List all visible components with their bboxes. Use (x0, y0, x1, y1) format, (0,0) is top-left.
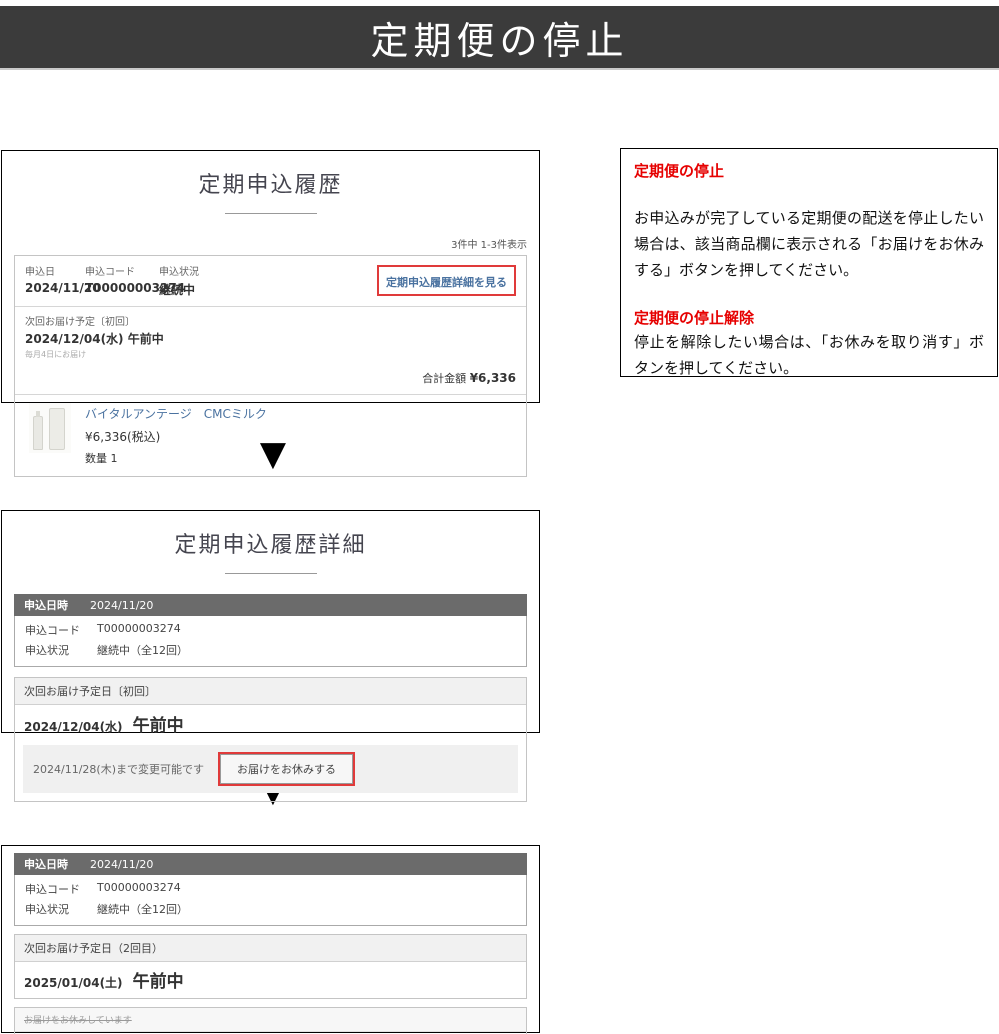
order-code-row: 申込コード T00000003274 (25, 879, 516, 899)
order-status-value: 継続中 (159, 281, 279, 298)
unstop-heading: 定期便の停止解除 (634, 307, 984, 328)
paused-delivery-header: お届けをお休みしています (15, 1008, 526, 1032)
delivery-cycle-note: 毎月4日にお届け (25, 349, 516, 360)
col-order-status: 申込状況 (159, 263, 279, 278)
total-label: 合計金額 (422, 372, 466, 385)
product-name-link[interactable]: バイタルアンテージ CMCミルク (85, 407, 267, 421)
history-detail-panel: 定期申込履歴詳細 申込日時 2024/11/20 申込コード T00000003… (1, 510, 540, 733)
next-delivery-date-row: 2025/01/04(土) 午前中 (15, 962, 526, 998)
next-delivery-label: 次回お届け予定〔初回〕 (25, 313, 516, 328)
order-datetime-label: 申込日時 (24, 856, 68, 872)
next-delivery-date: 2024/12/04(水) (24, 720, 123, 734)
order-date-value: 2024/11/20 (25, 281, 85, 298)
order-datetime-label: 申込日時 (24, 597, 68, 613)
view-detail-link[interactable]: 定期申込履歴詳細を見る (386, 276, 507, 289)
order-status-row: 申込状況 継続中（全12回） (25, 899, 516, 919)
col-order-code: 申込コード (85, 263, 159, 278)
product-info: バイタルアンテージ CMCミルク ¥6,336(税込) 数量 1 (85, 403, 267, 466)
order-code-label: 申込コード (25, 881, 97, 897)
stop-heading: 定期便の停止 (634, 160, 984, 181)
order-status-value: 継続中（全12回） (97, 901, 188, 917)
next-delivery-box: 次回お届け予定日（2回目） 2025/01/04(土) 午前中 (14, 934, 527, 999)
total-row: 合計金額 ¥6,336 (25, 370, 516, 386)
next-delivery-box: 次回お届け予定日〔初回〕 2024/12/04(水) 午前中 2024/11/2… (14, 677, 527, 802)
history-title: 定期申込履歴 (2, 151, 539, 199)
pause-delivery-button[interactable]: お届けをお休みする (220, 754, 353, 784)
product-price: ¥6,336(税込) (85, 428, 267, 445)
next-delivery-date: 2025/01/04(土) (24, 976, 123, 990)
order-datetime-value: 2024/11/20 (90, 599, 153, 612)
result-count: 3件中 1-3件表示 (2, 214, 539, 255)
page-title: 定期便の停止 (370, 10, 628, 65)
change-deadline-row: 2024/11/28(木)まで変更可能です お届けをお休みする (23, 745, 518, 793)
next-delivery-date-row: 2024/12/04(水) 午前中 (15, 705, 526, 743)
total-value: ¥6,336 (470, 371, 516, 385)
unstop-description: 停止を解除したい場合は、「お休みを取り消す」ボタンを押してください。 (634, 330, 984, 382)
order-status-row: 申込状況 継続中（全12回） (25, 640, 516, 660)
order-datetime-bar: 申込日時 2024/11/20 (14, 594, 527, 616)
stop-description: お申込みが完了している定期便の配送を停止したい場合は、該当商品欄に表示される「お… (634, 206, 984, 283)
history-panel: 定期申込履歴 3件中 1-3件表示 申込日 申込コード 申込状況 2024/11… (1, 150, 540, 403)
order-status-value: 継続中（全12回） (97, 642, 188, 658)
page: 定期便の停止 定期申込履歴 3件中 1-3件表示 申込日 申込コード 申込状況 … (0, 0, 999, 1034)
order-meta-box: 申込コード T00000003274 申込状況 継続中（全12回） (14, 875, 527, 926)
next-delivery-section: 次回お届け予定〔初回〕 2024/12/04(水) 午前中 毎月4日にお届け 合… (15, 307, 526, 395)
next-delivery-header: 次回お届け予定日（2回目） (15, 935, 526, 962)
order-code-row: 申込コード T00000003274 (25, 620, 516, 640)
change-deadline-text: 2024/11/28(木)まで変更可能です (33, 761, 204, 777)
product-quantity: 数量 1 (85, 450, 267, 466)
product-thumbnail (29, 403, 71, 453)
col-order-date: 申込日 (25, 263, 85, 278)
page-banner: 定期便の停止 (0, 6, 999, 70)
next-delivery-time: 午前中 (133, 972, 184, 992)
down-arrow-icon: ▼ (255, 436, 291, 472)
bottle-icon (49, 408, 65, 450)
detail-link-highlight: 定期申込履歴詳細を見る (377, 265, 516, 296)
pause-button-highlight: お届けをお休みする (218, 752, 355, 786)
order-code-value: T00000003274 (85, 281, 159, 298)
order-code-label: 申込コード (25, 622, 97, 638)
order-status-label: 申込状況 (25, 642, 97, 658)
order-datetime-value: 2024/11/20 (90, 858, 153, 871)
order-card-header: 申込日 申込コード 申込状況 2024/11/20 T00000003274 継… (15, 256, 526, 307)
detail-title: 定期申込履歴詳細 (2, 511, 539, 559)
order-code-value: T00000003274 (97, 622, 181, 638)
bottle-icon (33, 416, 43, 450)
paused-delivery-box: お届けをお休みしています 2024/12/04(水)午前中 2024/11/28… (14, 1007, 527, 1034)
order-datetime-bar: 申込日時 2024/11/20 (14, 853, 527, 875)
paused-state-panel: 申込日時 2024/11/20 申込コード T00000003274 申込状況 … (1, 845, 540, 1033)
order-status-label: 申込状況 (25, 901, 97, 917)
next-delivery-header: 次回お届け予定日〔初回〕 (15, 678, 526, 705)
next-delivery-date: 2024/12/04(水) 午前中 (25, 330, 516, 347)
next-delivery-time: 午前中 (133, 716, 184, 736)
order-code-value: T00000003274 (97, 881, 181, 897)
instruction-panel: 定期便の停止 お申込みが完了している定期便の配送を停止したい場合は、該当商品欄に… (620, 148, 998, 377)
title-divider (225, 573, 317, 574)
order-meta-box: 申込コード T00000003274 申込状況 継続中（全12回） (14, 616, 527, 667)
